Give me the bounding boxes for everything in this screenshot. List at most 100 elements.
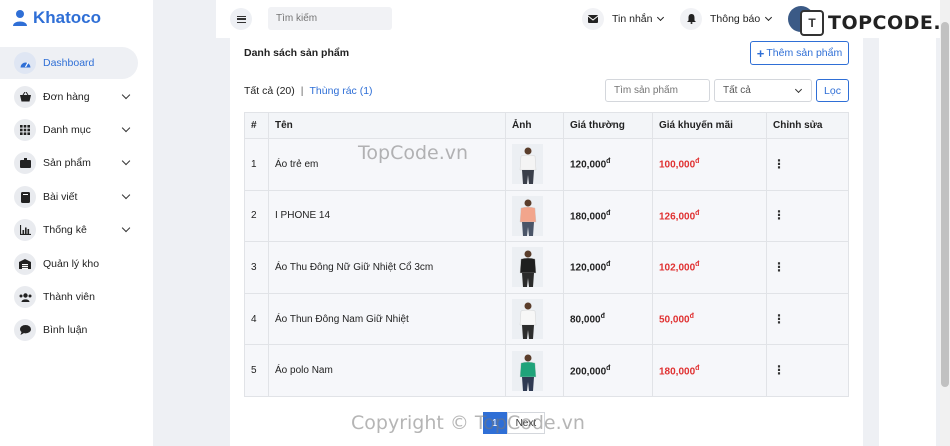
- right-panel: [879, 38, 936, 446]
- sidebar-item-0[interactable]: Dashboard: [0, 47, 138, 79]
- edit-cell: ⋮: [766, 241, 849, 294]
- add-product-button[interactable]: + Thêm sản phẩm: [750, 41, 849, 65]
- product-search-input[interactable]: [605, 79, 710, 102]
- product-image: [512, 350, 543, 391]
- tab-trash[interactable]: Thùng rác (1): [310, 85, 373, 97]
- sidebar-item-label: Bài viết: [43, 191, 78, 203]
- brand-logo[interactable]: Khatoco: [12, 7, 101, 29]
- tab-all[interactable]: Tất cả (20): [244, 85, 295, 97]
- sidebar-item-3[interactable]: Sản phẩm: [0, 147, 138, 179]
- filter-tabs: Tất cả (20) | Thùng rác (1): [244, 85, 373, 97]
- product-image-cell: [505, 292, 564, 346]
- chevron-down-icon: [657, 13, 665, 22]
- regular-price: 200,000đ: [563, 344, 653, 397]
- sidebar-item-2[interactable]: Danh mục: [0, 114, 138, 146]
- gauge-icon: [14, 52, 36, 74]
- sidebar-item-label: Bình luận: [43, 324, 88, 336]
- product-image-cell: [505, 138, 564, 191]
- sidebar-item-6[interactable]: Quản lý kho: [0, 248, 138, 280]
- chart-icon: [14, 219, 36, 241]
- edit-cell: ⋮: [766, 138, 849, 191]
- grid-icon: [14, 119, 36, 141]
- product-name: I PHONE 14: [268, 189, 506, 243]
- product-image-cell: [505, 189, 564, 243]
- plus-icon: +: [756, 45, 765, 61]
- notifications-dropdown[interactable]: Thông báo: [680, 8, 773, 30]
- bell-icon: [680, 8, 702, 30]
- sidebar-item-label: Thống kê: [43, 224, 87, 236]
- more-options-icon[interactable]: ⋮: [773, 208, 785, 222]
- sidebar-item-label: Dashboard: [43, 57, 95, 69]
- table-row[interactable]: 5 Áo polo Nam 200,000đ 180,000đ ⋮: [244, 344, 849, 397]
- add-product-label: Thêm sản phẩm: [766, 47, 843, 59]
- sale-price: 100,000đ: [652, 138, 767, 191]
- col-header-index: #: [244, 112, 269, 139]
- sale-price: 126,000đ: [652, 189, 767, 243]
- book-icon: [14, 186, 36, 208]
- table-row[interactable]: 4 Áo Thun Đông Nam Giữ Nhiệt 80,000đ 50,000…: [244, 292, 849, 346]
- row-index: 2: [244, 189, 269, 243]
- messages-dropdown[interactable]: Tin nhắn: [582, 8, 665, 30]
- chevron-down-icon: [765, 13, 773, 22]
- scrollbar-thumb[interactable]: [941, 22, 949, 387]
- chevron-down-icon: [121, 156, 131, 166]
- brand-name: Khatoco: [33, 8, 101, 27]
- users-icon: [14, 286, 36, 308]
- watermark-copyright: Copyright © TopCode.vn: [351, 412, 585, 434]
- sidebar-item-5[interactable]: Thống kê: [0, 214, 138, 246]
- sale-price: 50,000đ: [652, 292, 767, 346]
- product-image: [512, 144, 543, 185]
- sidebar-item-label: Thành viên: [43, 291, 95, 303]
- product-table: # Tên Ảnh Giá thường Giá khuyến mãi Chỉn…: [244, 112, 849, 397]
- row-index: 5: [244, 344, 269, 397]
- product-name: Áo polo Nam: [268, 344, 506, 397]
- more-options-icon[interactable]: ⋮: [773, 260, 785, 274]
- chevron-down-icon: [121, 123, 131, 133]
- col-header-sale-price: Giá khuyến mãi: [652, 112, 767, 139]
- sidebar-item-4[interactable]: Bài viết: [0, 181, 138, 213]
- page-scrollbar[interactable]: [940, 0, 950, 446]
- regular-price: 180,000đ: [563, 189, 653, 243]
- edit-cell: ⋮: [766, 189, 849, 243]
- edit-cell: ⋮: [766, 344, 849, 397]
- filter-button[interactable]: Lọc: [816, 79, 849, 102]
- notifications-label: Thông báo: [710, 13, 761, 25]
- product-list-card: Danh sách sản phẩm + Thêm sản phẩm Tất cả…: [230, 38, 863, 446]
- regular-price: 80,000đ: [563, 292, 653, 346]
- edit-cell: ⋮: [766, 292, 849, 346]
- warehouse-icon: [14, 253, 36, 275]
- col-header-regular-price: Giá thường: [563, 112, 653, 139]
- sidebar-item-8[interactable]: Bình luận: [0, 314, 138, 346]
- row-index: 3: [244, 241, 269, 294]
- regular-price: 120,000đ: [563, 138, 653, 191]
- table-row[interactable]: 3 Áo Thu Đông Nữ Giữ Nhiệt Cổ 3cm 120,000đ…: [244, 241, 849, 294]
- menu-toggle-button[interactable]: [230, 8, 252, 30]
- row-index: 1: [244, 138, 269, 191]
- sale-price: 180,000đ: [652, 344, 767, 397]
- regular-price: 120,000đ: [563, 241, 653, 294]
- sidebar-item-7[interactable]: Thành viên: [0, 281, 138, 313]
- sidebar: Khatoco Dashboard Đơn hàng Danh mục Sản phẩ…: [0, 0, 153, 446]
- table-row[interactable]: 2I PHONE 14 180,000đ 126,000đ ⋮: [244, 189, 849, 243]
- sidebar-item-1[interactable]: Đơn hàng: [0, 81, 138, 113]
- row-index: 4: [244, 292, 269, 346]
- search-input[interactable]: [268, 7, 392, 30]
- table-row[interactable]: 1 Áo trẻ em 120,000đ 100,000đ ⋮: [244, 138, 849, 191]
- sale-price: 102,000đ: [652, 241, 767, 294]
- status-select[interactable]: Tất cả: [714, 79, 812, 102]
- chevron-down-icon: [121, 190, 131, 200]
- code-badge-icon: T: [800, 10, 824, 36]
- col-header-image: Ảnh: [505, 112, 564, 139]
- status-select-value: Tất cả: [723, 85, 751, 96]
- messages-label: Tin nhắn: [612, 13, 653, 25]
- product-image: [512, 247, 543, 288]
- watermark-logo: T TOPCODE.VN: [800, 8, 950, 38]
- more-options-icon[interactable]: ⋮: [773, 157, 785, 171]
- more-options-icon[interactable]: ⋮: [773, 363, 785, 377]
- sidebar-item-label: Danh mục: [43, 124, 91, 136]
- more-options-icon[interactable]: ⋮: [773, 312, 785, 326]
- hamburger-icon: [236, 15, 246, 23]
- sidebar-item-label: Đơn hàng: [43, 91, 90, 103]
- chevron-down-icon: [121, 223, 131, 233]
- basket-icon: [14, 86, 36, 108]
